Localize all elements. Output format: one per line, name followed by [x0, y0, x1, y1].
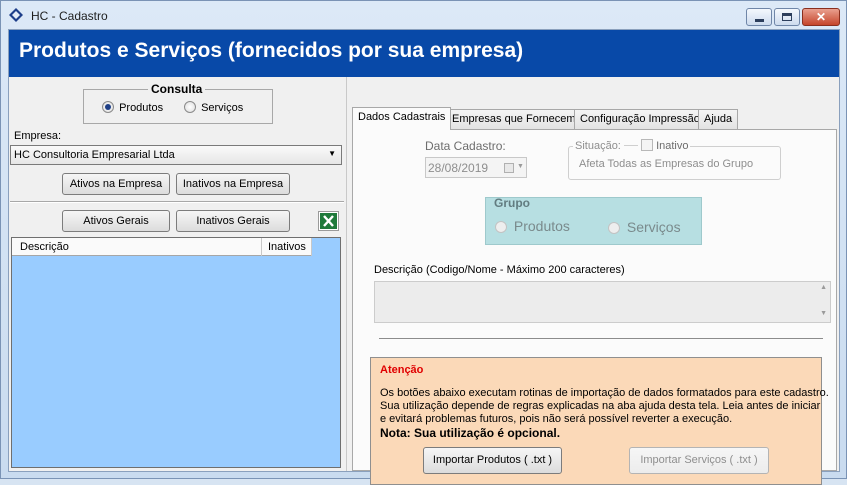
data-cadastro-label: Data Cadastro: [425, 139, 506, 153]
excel-export-button[interactable] [318, 211, 339, 231]
grupo-legend: Grupo [494, 196, 530, 210]
chevron-down-icon: ▼ [328, 149, 336, 158]
close-button[interactable]: ✕ [802, 8, 840, 26]
descricao-textarea[interactable]: ▲ ▼ [374, 281, 831, 323]
empresa-select[interactable]: HC Consultoria Empresarial Ltda ▼ [10, 145, 342, 165]
left-panel: Consulta Produtos Serviços Empresa: HC C… [9, 77, 347, 471]
radio-unchecked-icon [608, 222, 620, 234]
list-header: Descrição Inativos [12, 238, 312, 256]
minimize-button[interactable] [746, 8, 772, 26]
separator-line [379, 338, 823, 339]
atencao-panel: Atenção Os botões abaixo executam rotina… [370, 357, 829, 485]
tab-configuracao-impressao[interactable]: Configuração Impressão [574, 109, 706, 129]
window-title: HC - Cadastro [31, 9, 108, 23]
tab-ajuda[interactable]: Ajuda [698, 109, 739, 129]
column-descricao[interactable]: Descrição [12, 238, 262, 256]
situacao-groupbox: Situação: Inativo Afeta Todas as Empresa… [568, 139, 781, 180]
atencao-line-3: e evitará problemas futuros, pois não se… [380, 413, 733, 425]
column-inativos[interactable]: Inativos [262, 238, 312, 256]
excel-icon [320, 213, 337, 229]
atencao-line-1: Os botões abaixo executam rotinas de imp… [380, 387, 829, 399]
grupo-servicos-label: Serviços [626, 219, 681, 235]
chevron-down-icon: ▼ [517, 163, 524, 170]
radio-unchecked-icon [184, 101, 196, 113]
situacao-note: Afeta Todas as Empresas do Grupo [579, 158, 754, 170]
maximize-button[interactable] [774, 8, 800, 26]
tab-panel-dados-cadastrais: Data Cadastro: 28/08/2019 ▼ Situação: In… [352, 129, 837, 485]
consulta-radio-produtos[interactable]: Produtos [102, 101, 163, 114]
window-client: Produtos e Serviços (fornecidos por sua … [8, 29, 840, 485]
title-bar: HC - Cadastro ✕ [1, 1, 846, 29]
right-panel: Dados Cadastrais Empresas que Fornecem C… [347, 77, 839, 485]
atencao-nota: Nota: Sua utilização é opcional. [380, 426, 561, 440]
consulta-servicos-label: Serviços [201, 102, 244, 114]
situacao-legend: Situação: Inativo [573, 139, 691, 152]
importar-servicos-button[interactable]: Importar Serviços ( .txt ) [629, 447, 769, 474]
atencao-title: Atenção [380, 364, 424, 376]
ativos-empresa-button[interactable]: Ativos na Empresa [62, 173, 170, 195]
app-diamond-icon [9, 8, 23, 22]
header-banner: Produtos e Serviços (fornecidos por sua … [9, 30, 839, 77]
consulta-legend: Consulta [148, 82, 206, 96]
radio-checked-icon [102, 101, 114, 113]
tab-empresas-que-fornecem[interactable]: Empresas que Fornecem [446, 109, 582, 129]
inativo-label: Inativo [656, 140, 689, 152]
ativos-gerais-button[interactable]: Ativos Gerais [62, 210, 170, 232]
app-window: HC - Cadastro ✕ Produtos e Serviços (for… [0, 0, 847, 485]
minimize-icon [754, 18, 764, 22]
atencao-line-2: Sua utilização depende de regras explica… [380, 400, 821, 412]
grupo-groupbox: Grupo Produtos Serviços [485, 196, 702, 245]
consulta-groupbox: Consulta Produtos Serviços [83, 82, 273, 124]
data-cadastro-field[interactable]: 28/08/2019 ▼ [425, 157, 527, 178]
results-list[interactable]: Descrição Inativos [11, 237, 341, 468]
maximize-icon [782, 13, 792, 21]
empresa-label: Empresa: [14, 130, 62, 142]
scroll-down-icon[interactable]: ▼ [820, 310, 827, 317]
grupo-produtos-label: Produtos [513, 218, 570, 234]
calendar-icon [504, 163, 514, 173]
inativo-checkbox[interactable] [641, 139, 653, 151]
close-icon: ✕ [815, 10, 827, 24]
inativos-empresa-button[interactable]: Inativos na Empresa [176, 173, 290, 195]
grupo-radio-produtos[interactable]: Produtos [495, 218, 570, 234]
descricao-label: Descrição (Codigo/Nome - Máximo 200 cara… [374, 264, 625, 276]
inativos-gerais-button[interactable]: Inativos Gerais [176, 210, 290, 232]
consulta-produtos-label: Produtos [119, 102, 164, 114]
importar-produtos-button[interactable]: Importar Produtos ( .txt ) [423, 447, 562, 474]
consulta-radio-servicos[interactable]: Serviços [184, 101, 243, 114]
data-cadastro-value: 28/08/2019 [428, 161, 489, 175]
divider [10, 201, 344, 203]
empresa-selected-value: HC Consultoria Empresarial Ltda [14, 149, 175, 161]
page-title: Produtos e Serviços (fornecidos por sua … [19, 39, 524, 62]
scroll-up-icon[interactable]: ▲ [820, 284, 827, 291]
grupo-radio-servicos[interactable]: Serviços [608, 219, 681, 235]
radio-unchecked-icon [495, 221, 507, 233]
tab-dados-cadastrais[interactable]: Dados Cadastrais [352, 107, 452, 130]
